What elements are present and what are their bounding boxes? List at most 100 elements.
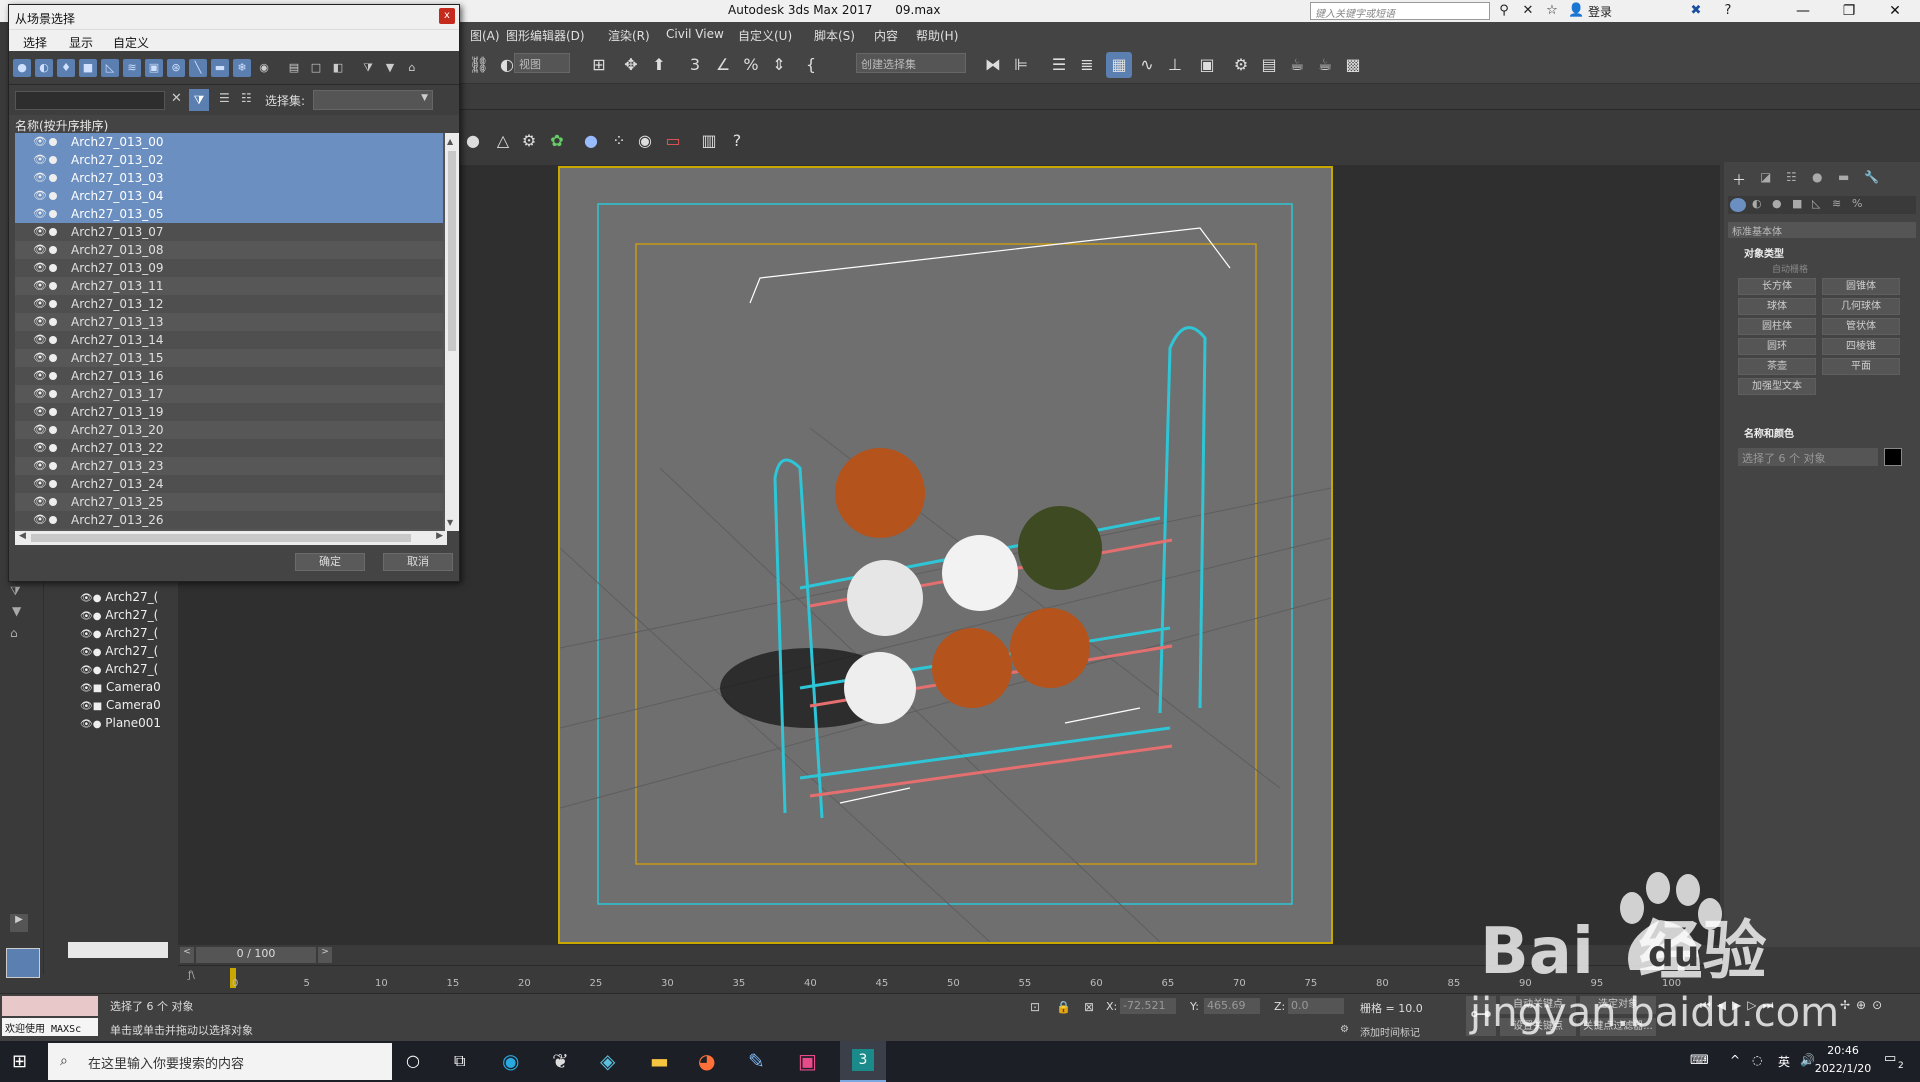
clock-date[interactable]: 2022/1/20 [1800, 1062, 1886, 1075]
object-list-row[interactable]: 👁 Arch27_013_26 [15, 511, 443, 529]
helpers-filter-icon[interactable]: ◺ [101, 59, 119, 77]
autogrid-checkbox[interactable]: 自动栅格 [1772, 262, 1808, 275]
freeze-dot-icon[interactable] [49, 408, 57, 416]
freeze-dot-icon[interactable] [49, 174, 57, 182]
hierarchy-tab-icon[interactable]: ☷ [1786, 170, 1797, 184]
percent-snap-icon[interactable]: % [738, 52, 764, 78]
cameras-category-icon[interactable]: ■ [1792, 197, 1802, 210]
visibility-eye-icon[interactable]: 👁 [33, 205, 47, 223]
cylinder-button[interactable]: 圆柱体 [1738, 318, 1816, 335]
app-pink-icon[interactable]: ▣ [798, 1049, 817, 1073]
pivot-icon[interactable]: ⊞ [586, 52, 612, 78]
helpers-category-icon[interactable]: ◺ [1812, 197, 1820, 210]
filter-active-icon[interactable]: ⧩ [189, 89, 209, 111]
selection-set-dropdown[interactable]: ▼ [313, 90, 433, 110]
menu-item-help[interactable]: 帮助(H) [916, 27, 958, 44]
funnel-icon[interactable]: ▼ [12, 604, 21, 618]
freeze-dot-icon[interactable] [49, 462, 57, 470]
edit-named-selection-icon[interactable]: { [798, 52, 824, 78]
cameras-filter-icon[interactable]: ■ [79, 59, 97, 77]
network-icon[interactable]: ◌ [1752, 1053, 1762, 1067]
object-type-rollout-title[interactable]: 对象类型 [1728, 244, 1916, 260]
freeze-dot-icon[interactable] [49, 498, 57, 506]
lights-filter-icon[interactable]: ♦ [57, 59, 75, 77]
ime-indicator[interactable]: 英 [1778, 1053, 1790, 1070]
dialog-close-button[interactable]: x [439, 8, 455, 24]
freeze-dot-icon[interactable] [49, 516, 57, 524]
containers-filter-icon[interactable]: ▬ [211, 59, 229, 77]
folder-filter-icon[interactable]: ⌂ [403, 59, 421, 77]
time-tag-icon[interactable]: ⚙ [1340, 1024, 1349, 1035]
ok-button[interactable]: 确定 [295, 553, 365, 571]
visibility-eye-icon[interactable]: 👁 [33, 295, 47, 313]
render-cloud-icon[interactable]: ▩ [1340, 52, 1366, 78]
angle-snap-icon[interactable]: ∠ [710, 52, 736, 78]
explorer-item[interactable]: 👁● Arch27_( [80, 662, 158, 680]
particles-icon[interactable]: ⁘ [606, 128, 632, 154]
object-list-row[interactable]: 👁 Arch27_013_02 [15, 151, 443, 169]
help-icon[interactable]: ? [1720, 3, 1736, 19]
3dsmax-task-button[interactable]: 3 [840, 1041, 886, 1082]
keyboard-icon[interactable]: ⌨ [1690, 1053, 1709, 1068]
absolute-mode-icon[interactable]: ⊠ [1084, 1000, 1094, 1014]
spacewarps-category-icon[interactable]: ≋ [1832, 197, 1841, 210]
maxscript-mini-listener[interactable]: 欢迎使用 MAXSc [2, 1018, 98, 1036]
visibility-eye-icon[interactable]: 👁 [33, 133, 47, 151]
layers-icon[interactable]: ☰ [219, 91, 230, 105]
scroll-down-arrow-icon[interactable]: ▼ [447, 518, 453, 527]
visibility-eye-icon[interactable]: 👁 [33, 349, 47, 367]
render-production-icon[interactable]: ☕ [1284, 52, 1310, 78]
geosphere-button[interactable]: 几何球体 [1822, 298, 1900, 315]
safe-frame-icon[interactable]: ▭ [660, 128, 686, 154]
freeze-dot-icon[interactable] [49, 336, 57, 344]
visibility-eye-icon[interactable]: 👁 [33, 241, 47, 259]
schematic-view-icon[interactable]: ⊥ [1162, 52, 1188, 78]
vscroll-thumb[interactable] [448, 151, 456, 351]
visibility-eye-icon[interactable]: 👁 [33, 259, 47, 277]
shapes-filter-icon[interactable]: ◐ [35, 59, 53, 77]
maximize-button[interactable]: ❐ [1826, 0, 1872, 22]
freeze-dot-icon[interactable] [49, 210, 57, 218]
visibility-eye-icon[interactable]: 👁 [33, 223, 47, 241]
user-icon[interactable]: 👤 [1568, 3, 1584, 19]
object-list-row[interactable]: 👁 Arch27_013_16 [15, 367, 443, 385]
object-list-row[interactable]: 👁 Arch27_013_09 [15, 259, 443, 277]
dialog-menu-customize[interactable]: 自定义 [113, 34, 149, 51]
material-editor-icon[interactable]: ▣ [1194, 52, 1220, 78]
binoculars-icon[interactable]: ⚲ [1496, 3, 1512, 19]
taskbar-search-input[interactable]: 在这里输入你要搜索的内容 [48, 1043, 392, 1080]
freeze-dot-icon[interactable] [49, 354, 57, 362]
find-by-name-input[interactable] [15, 91, 165, 110]
select-manipulate-icon[interactable]: ⬆ [646, 52, 672, 78]
hierarchy-icon[interactable]: ☷ [241, 91, 252, 105]
menu-item-graph-editors[interactable]: 图形编辑器(D) [506, 27, 585, 44]
geometry-filter-icon[interactable]: ● [13, 59, 31, 77]
frozen-filter-icon[interactable]: ❄ [233, 59, 251, 77]
visibility-eye-icon[interactable]: 👁 [33, 421, 47, 439]
filter-toggle-icon[interactable]: ⧩ [359, 59, 377, 77]
exchange-icon[interactable]: ✖ [1688, 3, 1704, 19]
visibility-eye-icon[interactable]: 👁 [33, 511, 47, 529]
visibility-eye-icon[interactable]: 👁 [33, 313, 47, 331]
explorer-item[interactable]: 👁■ Camera0 [80, 680, 161, 698]
freeze-dot-icon[interactable] [49, 246, 57, 254]
menu-item-customize[interactable]: 自定义(U) [738, 27, 792, 44]
rendered-frame-window-icon[interactable]: ▤ [1256, 52, 1282, 78]
z-coordinate-field[interactable]: 0.0 [1288, 998, 1344, 1014]
task-view-icon[interactable]: ⧉ [454, 1051, 465, 1071]
visibility-eye-icon[interactable]: 👁 [33, 385, 47, 403]
menu-item-rendering[interactable]: 渲染(R) [608, 27, 650, 44]
object-color-swatch[interactable] [1884, 448, 1902, 466]
minimize-button[interactable]: — [1780, 0, 1826, 22]
visibility-eye-icon[interactable]: 👁 [33, 439, 47, 457]
scroll-up-arrow-icon[interactable]: ▲ [447, 137, 453, 146]
reference-coord-dropdown[interactable]: 视图 [514, 53, 570, 73]
object-list-row[interactable]: 👁 Arch27_013_22 [15, 439, 443, 457]
object-list-row[interactable]: 👁 Arch27_013_07 [15, 223, 443, 241]
menu-item-civil-view[interactable]: Civil View [666, 27, 724, 41]
explorer-hscrollbar[interactable] [68, 942, 168, 958]
object-list-row[interactable]: 👁 Arch27_013_20 [15, 421, 443, 439]
expand-arrow-icon[interactable]: ▶ [10, 914, 28, 932]
visibility-eye-icon[interactable]: 👁 [33, 493, 47, 511]
object-list-row[interactable]: 👁 Arch27_013_17 [15, 385, 443, 403]
